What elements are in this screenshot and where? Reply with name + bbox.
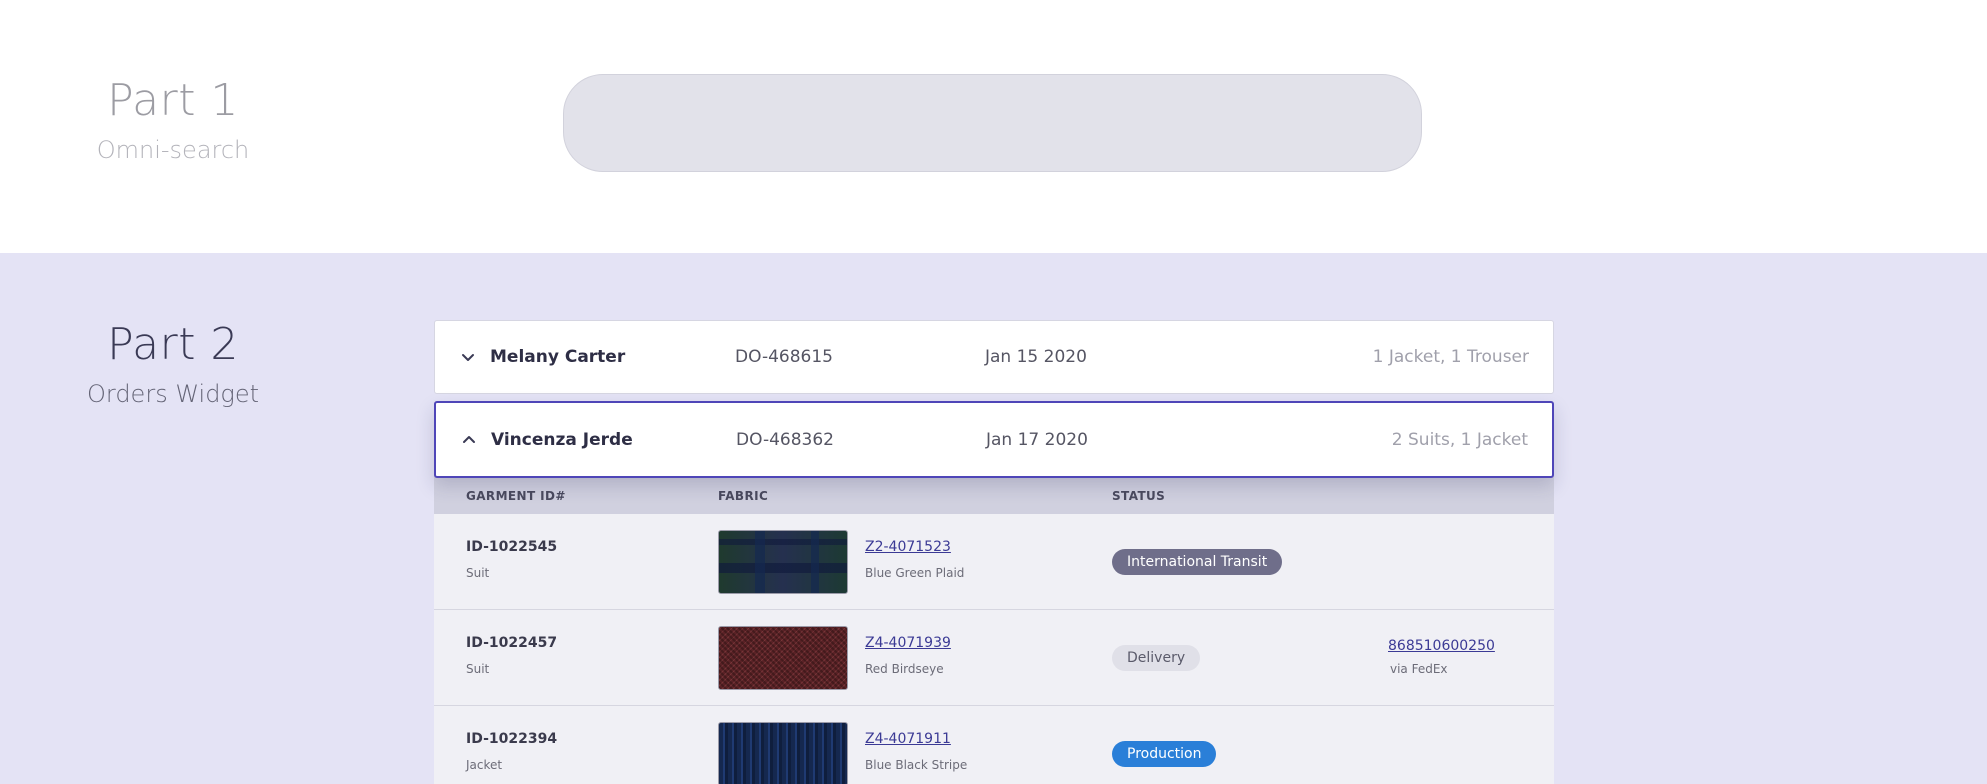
order-date: Jan 15 2020 [985, 347, 1087, 367]
order-summary: 1 Jacket, 1 Trouser [1372, 347, 1529, 367]
chevron-up-icon[interactable] [461, 432, 477, 448]
order-id: DO-468362 [736, 429, 834, 450]
garment-type: Suit [466, 662, 490, 676]
order-row-expanded[interactable]: Vincenza Jerde DO-468362 Jan 17 2020 2 S… [434, 401, 1554, 478]
tracking-number-link[interactable]: 868510600250 [1388, 638, 1495, 654]
part-1-subtitle: Omni-search [96, 136, 250, 164]
col-header-garment-id: GARMENT ID# [466, 489, 566, 503]
garment-row: ID-1022394 Jacket Z4-4071911 Blue Black … [434, 706, 1554, 784]
fabric-name: Red Birdseye [865, 662, 944, 676]
status-badge: Delivery [1112, 645, 1201, 671]
garment-row: ID-1022457 Suit Z4-4071939 Red Birdseye … [434, 610, 1554, 706]
fabric-code-link[interactable]: Z4-4071939 [865, 635, 951, 651]
fabric-code-link[interactable]: Z4-4071911 [865, 731, 951, 747]
order-date: Jan 17 2020 [986, 429, 1088, 450]
order-summary: 2 Suits, 1 Jacket [1391, 429, 1528, 450]
garment-table-header: GARMENT ID# FABRIC STATUS [434, 476, 1554, 514]
part-2-title: Part 2 [107, 319, 239, 370]
fabric-swatch-birdseye [718, 626, 848, 690]
carrier-label: via FedEx [1390, 662, 1448, 676]
status-badge: Production [1112, 741, 1217, 767]
garment-type: Jacket [466, 758, 503, 772]
fabric-swatch-stripe [718, 722, 848, 784]
fabric-name: Blue Black Stripe [865, 758, 968, 772]
omni-search-input[interactable] [563, 74, 1422, 172]
customer-name: Vincenza Jerde [491, 429, 633, 450]
garment-id: ID-1022457 [466, 635, 558, 651]
chevron-down-icon[interactable] [460, 349, 476, 365]
order-detail-panel: GARMENT ID# FABRIC STATUS ID-1022545 Sui… [434, 476, 1554, 784]
part-1-label: Part 1 Omni-search [0, 75, 346, 164]
garment-id: ID-1022394 [466, 731, 558, 747]
part-1-title: Part 1 [107, 75, 239, 126]
fabric-name: Blue Green Plaid [865, 566, 965, 580]
garment-row: ID-1022545 Suit Z2-4071523 Blue Green Pl… [434, 514, 1554, 610]
col-header-status: STATUS [1112, 489, 1166, 503]
fabric-code-link[interactable]: Z2-4071523 [865, 539, 951, 555]
garment-id: ID-1022545 [466, 539, 558, 555]
part-2-label: Part 2 Orders Widget [0, 319, 346, 408]
order-id: DO-468615 [735, 347, 833, 367]
omni-search-section: Part 1 Omni-search [0, 0, 1987, 253]
part-2-subtitle: Orders Widget [86, 380, 260, 408]
customer-name: Melany Carter [490, 347, 626, 367]
status-badge: International Transit [1112, 549, 1283, 575]
garment-type: Suit [466, 566, 490, 580]
col-header-fabric: FABRIC [718, 489, 769, 503]
fabric-swatch-plaid [718, 530, 848, 594]
order-row[interactable]: Melany Carter DO-468615 Jan 15 2020 1 Ja… [434, 320, 1554, 394]
